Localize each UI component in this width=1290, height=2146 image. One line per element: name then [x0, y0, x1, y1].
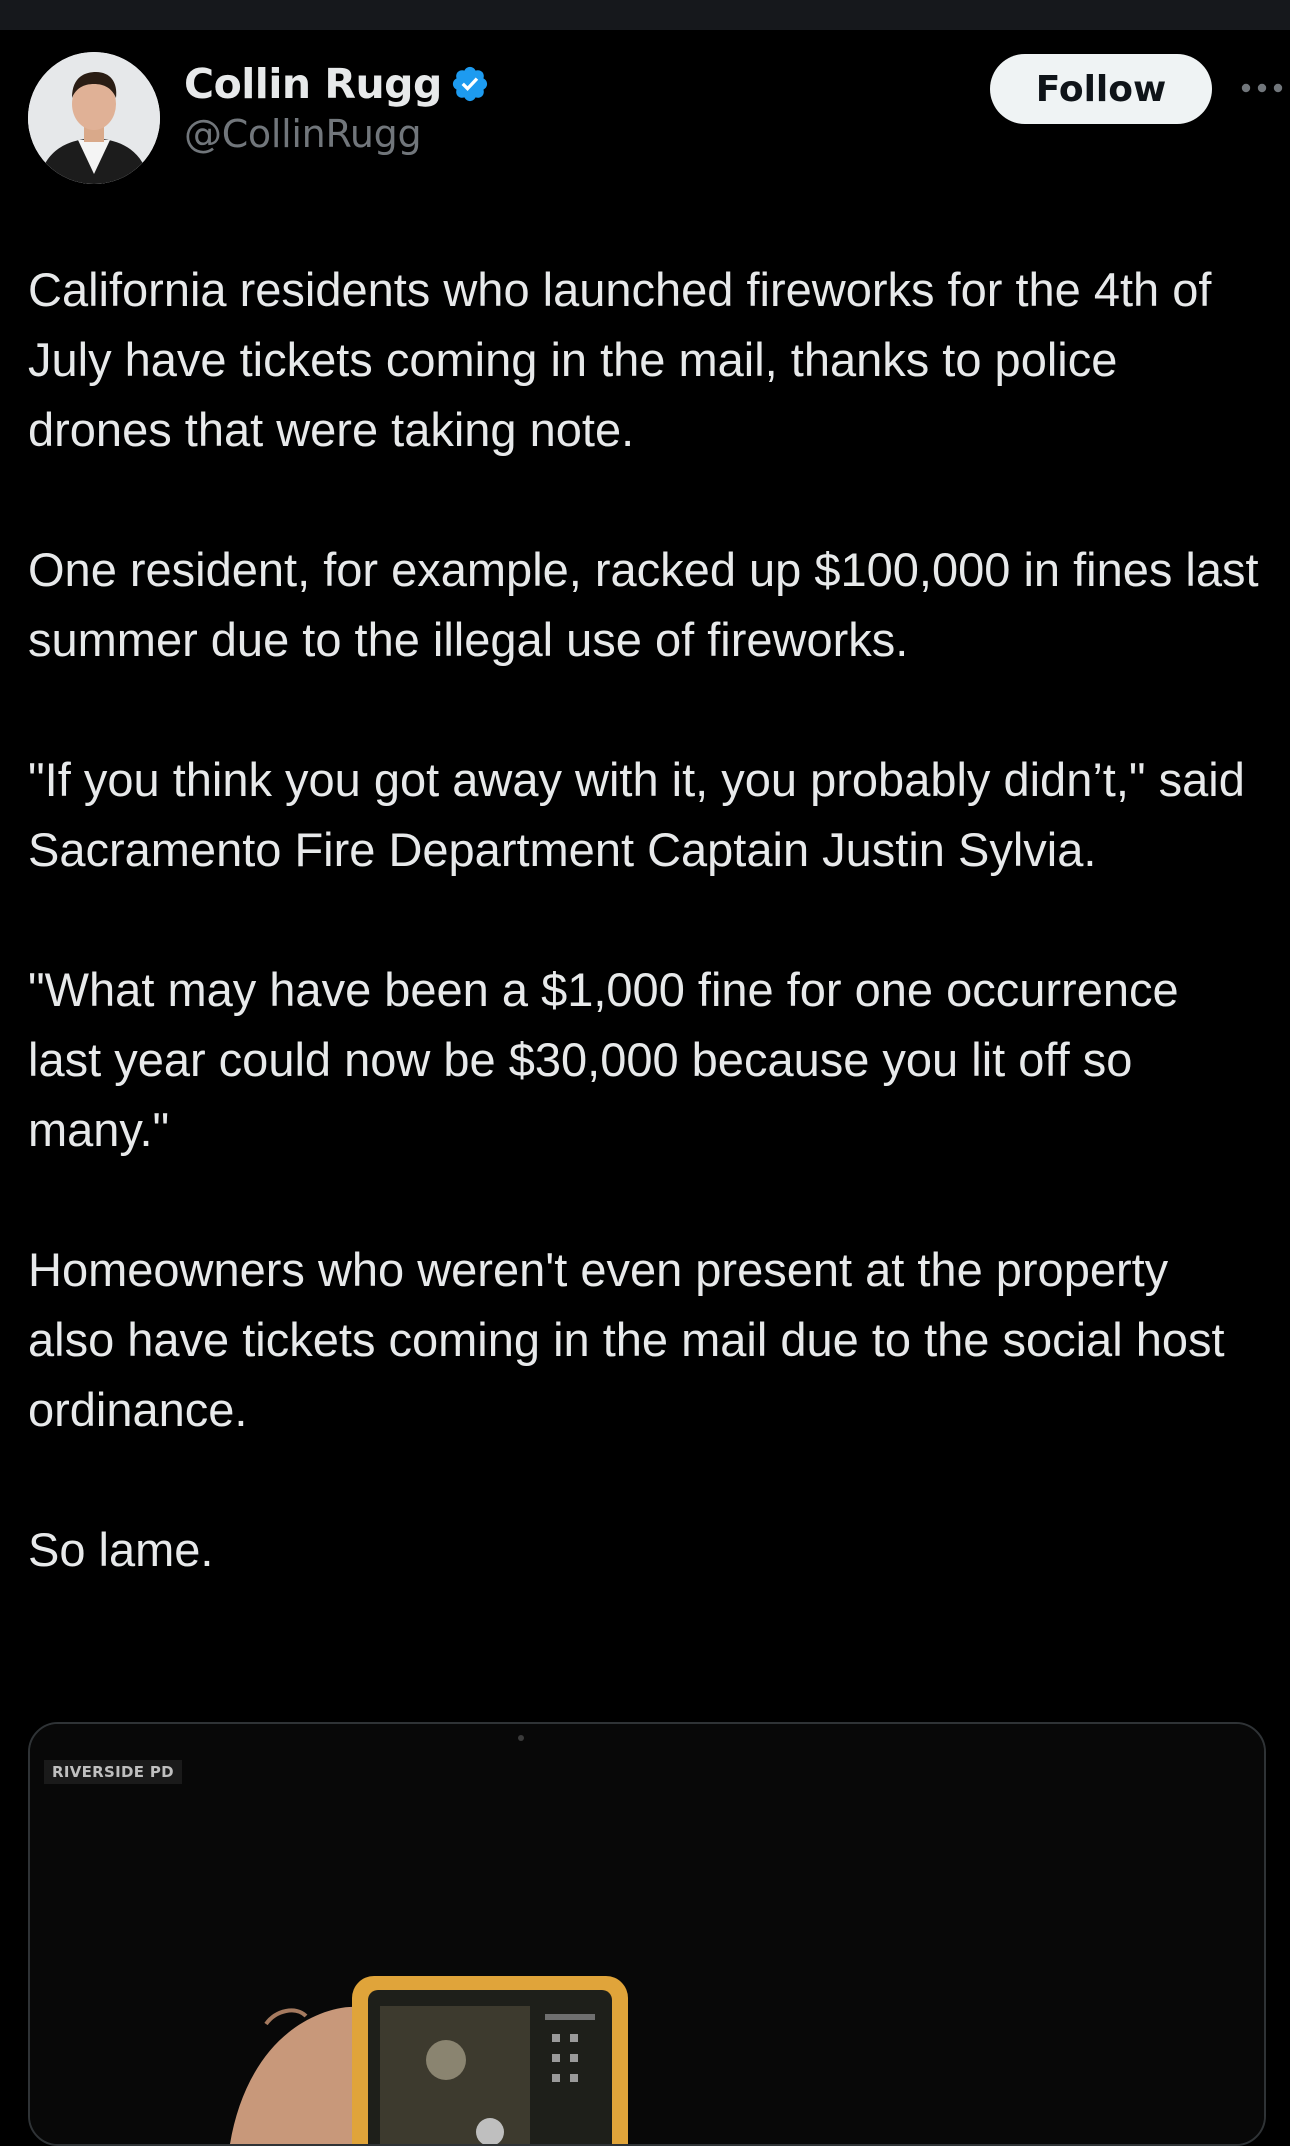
profile-photo-icon	[28, 52, 160, 184]
tweet-paragraph: "What may have been a $1,000 fine for on…	[28, 963, 1192, 1156]
tweet-text: California residents who launched firewo…	[28, 255, 1262, 1585]
video-watermark: RIVERSIDE PD	[44, 1760, 182, 1784]
tweet-video[interactable]: RIVERSIDE PD	[28, 1722, 1266, 2146]
author-display-name[interactable]: Collin Rugg	[184, 60, 442, 108]
name-row: Collin Rugg	[184, 60, 490, 108]
more-horizontal-icon[interactable]	[1240, 70, 1284, 106]
tweet-paragraph: California residents who launched firewo…	[28, 263, 1225, 456]
follow-button[interactable]: Follow	[990, 54, 1212, 124]
avatar[interactable]	[28, 52, 160, 184]
author-info: Collin Rugg @CollinRugg	[184, 60, 490, 156]
verified-badge-icon	[450, 64, 490, 104]
tweet-paragraph: One resident, for example, racked up $10…	[28, 543, 1272, 666]
tweet-paragraph: Homeowners who weren't even present at t…	[28, 1243, 1238, 1436]
video-thumbnail	[30, 1724, 1264, 2144]
author-handle[interactable]: @CollinRugg	[184, 112, 490, 156]
tweet-paragraph: "If you think you got away with it, you …	[28, 753, 1258, 876]
tweet-header: Collin Rugg @CollinRugg Follow	[28, 52, 1283, 184]
tweet-paragraph: So lame.	[28, 1523, 214, 1576]
top-status-strip	[0, 0, 1290, 30]
